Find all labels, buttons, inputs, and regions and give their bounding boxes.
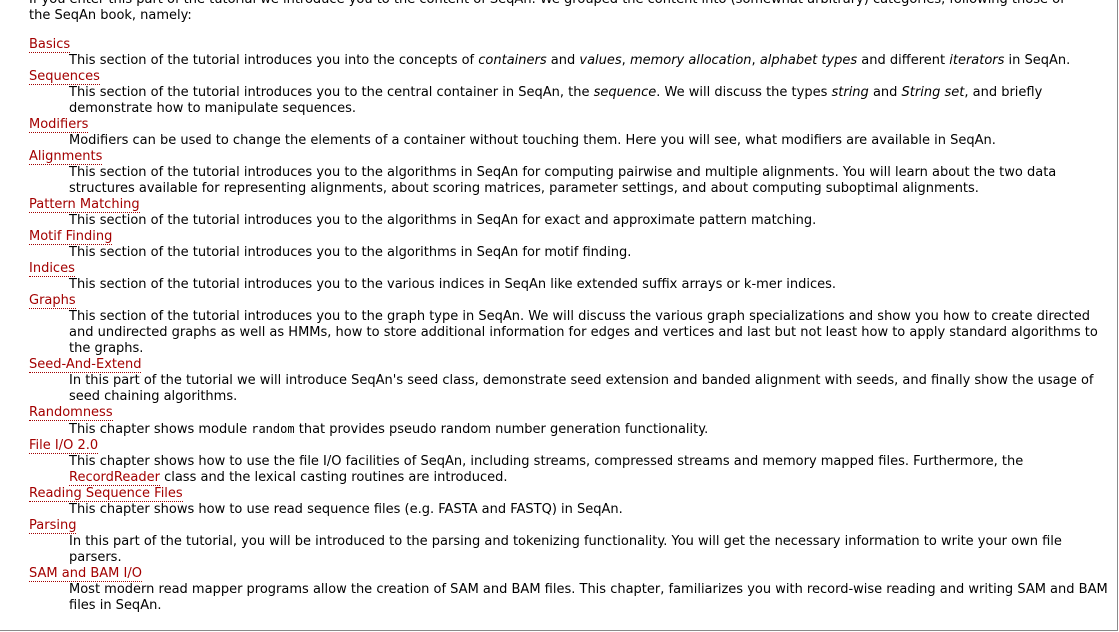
section-link-basics[interactable]: Basics xyxy=(29,37,71,53)
section-description: This section of the tutorial introduces … xyxy=(69,277,837,292)
section-description: This section of the tutorial introduces … xyxy=(69,213,817,228)
intro-line-1: If you enter this part of the tutorial w… xyxy=(29,0,1109,8)
section-description: This section of the tutorial introduces … xyxy=(69,245,632,260)
tutorial-section-list: Basics This section of the tutorial intr… xyxy=(29,37,1109,614)
section-description: This section of the tutorial introduces … xyxy=(69,309,1098,356)
section-term: SAM and BAM I/O xyxy=(29,566,1109,582)
section-description: This chapter shows module random that pr… xyxy=(69,422,709,437)
term-containers: containers xyxy=(478,53,547,68)
section-term: Motif Finding xyxy=(29,229,1109,245)
section-term: Randomness xyxy=(29,405,1109,421)
recordreader-link[interactable]: RecordReader xyxy=(69,470,160,486)
section-term: Sequences xyxy=(29,69,1109,85)
section-link-seed-and-extend[interactable]: Seed-And-Extend xyxy=(29,357,142,373)
section-link-sequences[interactable]: Sequences xyxy=(29,69,100,85)
term-sequence: sequence xyxy=(593,85,657,100)
section-term: File I/O 2.0 xyxy=(29,438,1109,454)
section-term: Basics xyxy=(29,37,1109,53)
section-link-sam-bam-io[interactable]: SAM and BAM I/O xyxy=(29,566,142,582)
section-link-randomness[interactable]: Randomness xyxy=(29,405,113,421)
term-alphabet-types: alphabet types xyxy=(759,53,858,68)
term-string-set: String set xyxy=(901,85,965,100)
section-term: Modifiers xyxy=(29,117,1109,133)
term-memory-allocation: memory allocation xyxy=(629,53,752,68)
section-term: Pattern Matching xyxy=(29,197,1109,213)
section-description: This chapter shows how to use read seque… xyxy=(69,502,623,517)
section-description: This section of the tutorial introduces … xyxy=(69,165,1057,196)
section-link-motif-finding[interactable]: Motif Finding xyxy=(29,229,113,245)
section-link-indices[interactable]: Indices xyxy=(29,261,75,277)
section-term: Indices xyxy=(29,261,1109,277)
section-description: Most modern read mapper programs allow t… xyxy=(69,582,1108,613)
section-description: This chapter shows how to use the file I… xyxy=(69,454,1024,486)
section-description: In this part of the tutorial we will int… xyxy=(69,373,1094,404)
section-description: Modifiers can be used to change the elem… xyxy=(69,133,996,148)
intro-line-2: the SeqAn book, namely: xyxy=(29,8,192,23)
section-link-pattern-matching[interactable]: Pattern Matching xyxy=(29,197,140,213)
term-values: values xyxy=(579,53,622,68)
section-description: In this part of the tutorial, you will b… xyxy=(69,534,1062,565)
intro-paragraph: If you enter this part of the tutorial w… xyxy=(29,0,1109,24)
section-link-reading-sequence-files[interactable]: Reading Sequence Files xyxy=(29,486,183,502)
section-link-graphs[interactable]: Graphs xyxy=(29,293,76,309)
section-description: This section of the tutorial introduces … xyxy=(69,53,1071,68)
section-term: Alignments xyxy=(29,149,1109,165)
section-link-alignments[interactable]: Alignments xyxy=(29,149,103,165)
code-random: random xyxy=(251,422,295,436)
content-frame: If you enter this part of the tutorial w… xyxy=(0,0,1118,631)
section-link-parsing[interactable]: Parsing xyxy=(29,518,77,534)
term-string: string xyxy=(831,85,869,100)
term-iterators: iterators xyxy=(949,53,1005,68)
section-term: Graphs xyxy=(29,293,1109,309)
section-description: This section of the tutorial introduces … xyxy=(69,85,1043,116)
section-term: Reading Sequence Files xyxy=(29,486,1109,502)
section-link-modifiers[interactable]: Modifiers xyxy=(29,117,89,133)
section-link-file-io[interactable]: File I/O 2.0 xyxy=(29,438,99,454)
section-term: Parsing xyxy=(29,518,1109,534)
section-term: Seed-And-Extend xyxy=(29,357,1109,373)
